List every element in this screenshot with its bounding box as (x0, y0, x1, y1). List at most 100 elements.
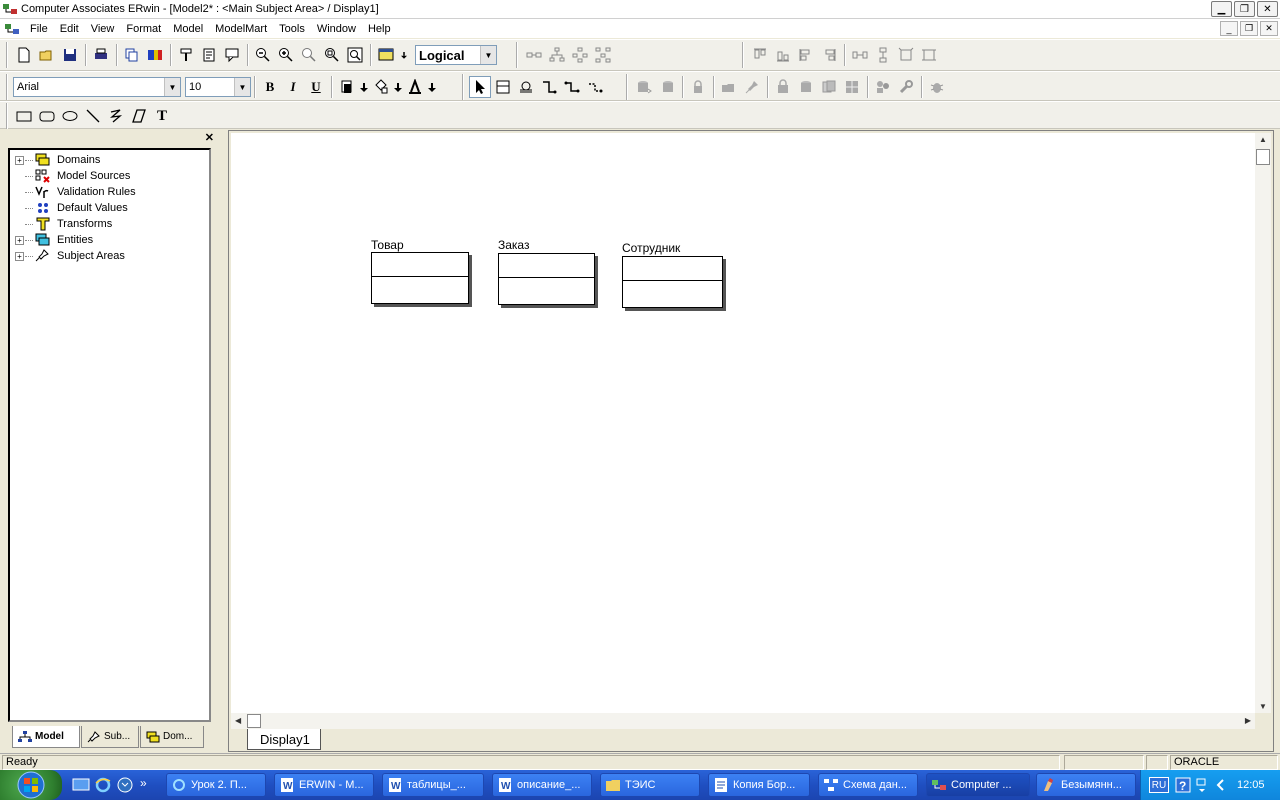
tree-item-entities[interactable]: + Entities (10, 232, 209, 248)
close-button[interactable]: ✕ (1257, 1, 1278, 17)
restore-tray-icon[interactable] (1195, 777, 1209, 793)
text-tool-button[interactable]: T (151, 105, 173, 127)
polyline-tool-button[interactable] (105, 105, 127, 127)
scroll-right-icon[interactable]: ▶ (1245, 716, 1251, 725)
taskbar-item[interactable]: Урок 2. П... (166, 773, 266, 797)
space-horizontal-button[interactable] (849, 44, 871, 66)
horizontal-scroll-thumb[interactable] (247, 714, 261, 728)
taskbar-item[interactable]: Копия Бор... (708, 773, 810, 797)
taskbar-item[interactable]: W таблицы_... (382, 773, 484, 797)
report-button[interactable] (121, 44, 143, 66)
mart-users-button[interactable] (872, 76, 894, 98)
italic-button[interactable]: I (282, 76, 304, 98)
vertical-scrollbar[interactable]: ▲ ▼ (1255, 133, 1271, 713)
zoom-window-button[interactable] (344, 44, 366, 66)
font-size-select[interactable]: 10 ▼ (185, 77, 251, 97)
entity-box[interactable] (498, 253, 595, 305)
subtype-button[interactable] (523, 44, 545, 66)
non-identifying-relationship-button[interactable] (584, 76, 606, 98)
zoom-fit-button[interactable] (321, 44, 343, 66)
minimize-button[interactable]: ▁ (1211, 1, 1232, 17)
space-vertical-button[interactable] (872, 44, 894, 66)
start-button[interactable] (0, 770, 62, 800)
rectangle-tool-button[interactable] (13, 105, 35, 127)
zoom-out-button[interactable] (252, 44, 274, 66)
mart-help-button[interactable] (926, 76, 948, 98)
bold-button[interactable]: B (259, 76, 281, 98)
zoom-normal-button[interactable] (298, 44, 320, 66)
mdi-close-button[interactable]: ✕ (1260, 21, 1278, 36)
color-button[interactable] (144, 44, 166, 66)
expand-plus-icon[interactable]: + (15, 235, 24, 245)
note-button[interactable] (198, 44, 220, 66)
tree-item-validation-rules[interactable]: Validation Rules (10, 184, 209, 200)
entity-box[interactable] (622, 256, 723, 308)
horizontal-scrollbar[interactable]: ◀ ▶ (231, 713, 1255, 729)
menu-edit[interactable]: Edit (54, 23, 85, 35)
format-painter-button[interactable] (175, 44, 197, 66)
menu-window[interactable]: Window (311, 23, 362, 35)
menu-model[interactable]: Model (167, 23, 209, 35)
mart-disconnect-button[interactable] (656, 76, 678, 98)
align-left-button[interactable] (795, 44, 817, 66)
mart-reports-button[interactable] (818, 76, 840, 98)
internet-explorer-icon[interactable] (94, 776, 112, 794)
category-tool-button[interactable] (515, 76, 537, 98)
select-tool-button[interactable] (469, 76, 491, 98)
underline-button[interactable]: U (305, 76, 327, 98)
mart-pin-button[interactable] (741, 76, 763, 98)
menu-file[interactable]: File (24, 23, 54, 35)
scroll-down-icon[interactable]: ▼ (1259, 702, 1267, 711)
display-level-dropdown[interactable] (398, 44, 410, 66)
rounded-rectangle-tool-button[interactable] (36, 105, 58, 127)
many-to-many-button[interactable] (561, 76, 583, 98)
zoom-in-button[interactable] (275, 44, 297, 66)
mart-options-button[interactable] (895, 76, 917, 98)
pen-color-dropdown[interactable] (393, 76, 403, 98)
tree-item-transforms[interactable]: Transforms (10, 216, 209, 232)
menu-help[interactable]: Help (362, 23, 397, 35)
vertical-scroll-thumb[interactable] (1256, 149, 1270, 165)
chevron-left-icon[interactable] (1215, 777, 1225, 793)
polygon-tool-button[interactable] (128, 105, 150, 127)
entity-box[interactable] (371, 252, 469, 304)
menu-modelmart[interactable]: ModelMart (209, 23, 273, 35)
taskbar-item[interactable]: W описание_... (492, 773, 592, 797)
mart-manager-button[interactable] (841, 76, 863, 98)
display-level-button[interactable] (375, 44, 397, 66)
font-color-dropdown[interactable] (427, 76, 437, 98)
taskbar-item-active[interactable]: Computer ... (926, 773, 1030, 797)
align-right-button[interactable] (818, 44, 840, 66)
same-width-button[interactable] (895, 44, 917, 66)
tree-item-model-sources[interactable]: Model Sources (10, 168, 209, 184)
language-indicator[interactable]: RU (1149, 777, 1169, 793)
restore-button[interactable]: ❐ (1234, 1, 1255, 17)
network-button[interactable] (592, 44, 614, 66)
tab-domains[interactable]: Dom... (140, 726, 204, 748)
messenger-icon[interactable] (116, 776, 134, 794)
tab-model[interactable]: Model (12, 726, 80, 748)
tree-item-domains[interactable]: + Domains (10, 152, 209, 168)
mdi-minimize-button[interactable]: _ (1220, 21, 1238, 36)
identifying-relationship-button[interactable] (538, 76, 560, 98)
font-color-button[interactable] (404, 76, 426, 98)
pen-color-button[interactable] (370, 76, 392, 98)
tree-layout-button[interactable] (546, 44, 568, 66)
taskbar-item[interactable]: W ERWIN - M... (274, 773, 374, 797)
tab-subject-areas[interactable]: Sub... (81, 726, 139, 748)
mart-connect-button[interactable] (633, 76, 655, 98)
menu-view[interactable]: View (85, 23, 121, 35)
show-desktop-icon[interactable] (72, 776, 90, 794)
tree-item-subject-areas[interactable]: + Subject Areas (10, 248, 209, 264)
expand-plus-icon[interactable]: + (15, 155, 24, 165)
menu-tools[interactable]: Tools (273, 23, 311, 35)
diagram-canvas[interactable]: Товар Заказ Сотрудник (231, 133, 1255, 713)
comment-button[interactable] (221, 44, 243, 66)
tree-item-default-values[interactable]: Default Values (10, 200, 209, 216)
mdi-restore-button[interactable]: ❐ (1240, 21, 1258, 36)
taskbar-item[interactable]: Безымянн... (1036, 773, 1136, 797)
print-button[interactable] (90, 44, 112, 66)
model-type-select[interactable]: Logical ▼ (415, 45, 497, 65)
help-icon[interactable]: ? (1175, 777, 1191, 793)
same-height-button[interactable] (918, 44, 940, 66)
